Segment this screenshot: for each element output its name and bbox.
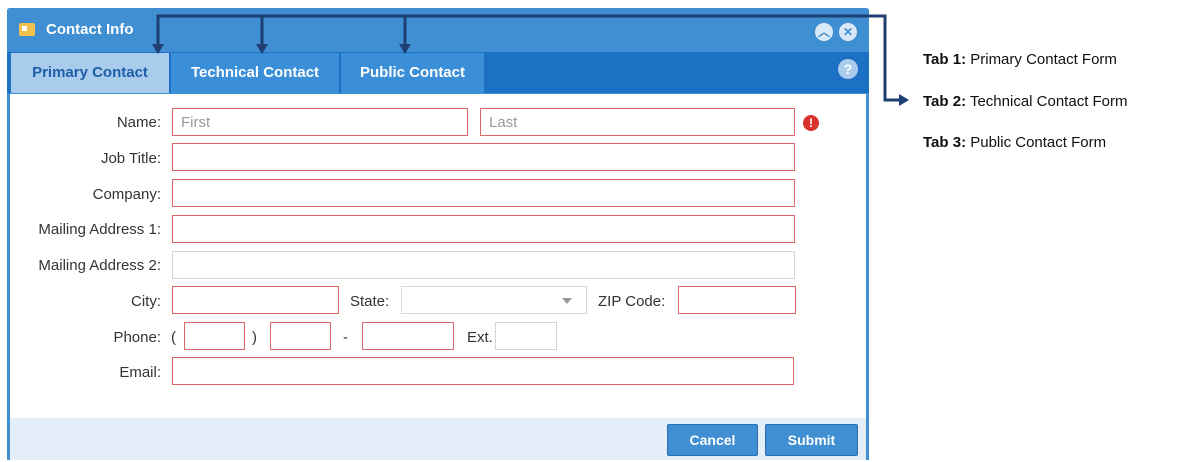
help-icon[interactable]: ?: [838, 59, 858, 79]
company-label: Company:: [92, 186, 161, 203]
ext-label: Ext.: [467, 329, 493, 346]
name-label: Name:: [116, 114, 161, 131]
company-field[interactable]: [172, 179, 795, 207]
chevron-down-icon: [562, 298, 572, 304]
tab-1-note: Tab 1: Primary Contact Form: [923, 51, 1117, 68]
zip-code-label: ZIP Code:: [598, 293, 666, 310]
cancel-button[interactable]: Cancel: [667, 424, 758, 456]
phone-label: Phone:: [113, 329, 161, 346]
phone-area-code-field[interactable]: [184, 322, 245, 350]
tab-1-text: Primary Contact Form: [966, 51, 1117, 68]
mailing-address-1-field[interactable]: [172, 215, 795, 243]
job-title-field[interactable]: [172, 143, 795, 171]
contact-card-icon: [19, 23, 35, 36]
state-select[interactable]: [401, 286, 587, 314]
phone-line-field[interactable]: [362, 322, 454, 350]
job-title-label: Job Title:: [100, 150, 161, 167]
mailing-address-1-label: Mailing Address 1:: [38, 221, 161, 238]
tab-public-contact[interactable]: Public Contact: [341, 53, 484, 93]
tab-technical-contact[interactable]: Technical Contact: [171, 53, 339, 93]
email-field[interactable]: [172, 357, 794, 385]
city-field[interactable]: [172, 286, 339, 314]
close-icon[interactable]: ✕: [839, 23, 857, 41]
state-label: State:: [350, 293, 390, 310]
email-label: Email:: [119, 364, 161, 381]
last-name-field[interactable]: [480, 108, 795, 136]
zip-code-field[interactable]: [678, 286, 796, 314]
dialog-title: Contact Info: [46, 21, 134, 38]
phone-close-paren: ): [252, 329, 257, 346]
collapse-icon[interactable]: ︿: [815, 23, 833, 41]
tab-2-text: Technical Contact Form: [966, 93, 1128, 110]
tab-1-key: Tab 1:: [923, 51, 967, 68]
first-name-field[interactable]: [172, 108, 468, 136]
mailing-address-2-label: Mailing Address 2:: [38, 257, 161, 274]
error-icon: !: [803, 115, 819, 131]
tab-3-text: Public Contact Form: [966, 134, 1107, 151]
tab-2-note: Tab 2: Technical Contact Form: [923, 93, 1128, 110]
title-bar: [7, 8, 869, 52]
tab-3-key: Tab 3:: [923, 134, 967, 151]
phone-prefix-field[interactable]: [270, 322, 331, 350]
phone-open-paren: (: [171, 329, 176, 346]
phone-ext-field[interactable]: [495, 322, 557, 350]
city-label: City:: [131, 293, 161, 310]
tab-3-note: Tab 3: Public Contact Form: [923, 134, 1106, 151]
tab-2-key: Tab 2:: [923, 93, 967, 110]
mailing-address-2-field[interactable]: [172, 251, 795, 279]
phone-dash: -: [343, 329, 348, 346]
arrow-head: [899, 94, 909, 106]
submit-button[interactable]: Submit: [765, 424, 858, 456]
contact-info-dialog: Contact Info ︿ ✕ Primary Contact Technic…: [7, 8, 869, 460]
tab-primary-contact[interactable]: Primary Contact: [11, 53, 169, 93]
